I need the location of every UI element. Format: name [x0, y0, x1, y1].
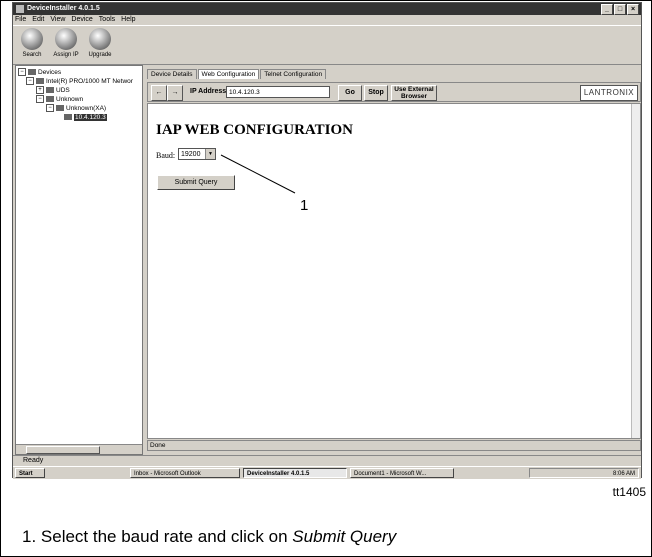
upgrade-button[interactable]: Upgrade: [83, 28, 117, 58]
app-window: DeviceInstaller 4.0.1.5 _ □ × File Edit …: [12, 2, 642, 479]
device-group-icon: [56, 105, 64, 112]
assign-ip-button[interactable]: Assign IP: [49, 28, 83, 58]
clock: 8:06 AM: [612, 471, 635, 477]
menu-bar: File Edit View Device Tools Help: [13, 15, 641, 25]
tree-item-network[interactable]: − Intel(R) PRO/1000 MT Networ: [26, 77, 133, 86]
external-line1: Use External: [394, 86, 434, 93]
status-bar: Ready: [13, 455, 641, 466]
search-label: Search: [22, 52, 42, 58]
upgrade-icon: [89, 28, 111, 50]
caption: 1. Select the baud rate and click on Sub…: [22, 527, 396, 547]
stop-button[interactable]: Stop: [364, 85, 388, 101]
menu-edit[interactable]: Edit: [32, 15, 44, 25]
window-title: DeviceInstaller 4.0.1.5: [27, 5, 100, 12]
baud-value: 19200: [181, 151, 201, 158]
upgrade-label: Upgrade: [88, 52, 112, 58]
device-tree: − Devices − Intel(R) PRO/1000 MT Networ + U…: [15, 65, 143, 455]
menu-view[interactable]: View: [50, 15, 65, 25]
system-tray: 8:06 AM: [529, 468, 639, 478]
ip-address-input[interactable]: 10.4.120.3: [226, 86, 330, 98]
web-content: IAP WEB CONFIGURATION Baud: 19200 ▼ Subm…: [147, 103, 641, 439]
devices-icon: [28, 69, 36, 76]
baud-select[interactable]: 19200 ▼: [178, 148, 216, 160]
use-external-browser-button[interactable]: Use External Browser: [391, 85, 437, 101]
chevron-down-icon[interactable]: ▼: [205, 149, 215, 159]
browser-nav-bar: ← → IP Address 10.4.120.3 Go Stop Use Ex…: [147, 82, 641, 102]
taskbar: Start Inbox - Microsoft Outlook DeviceIn…: [13, 466, 641, 479]
tree-item-devices[interactable]: − Devices: [18, 68, 61, 77]
menu-file[interactable]: File: [15, 15, 26, 25]
tree-item-uds[interactable]: + UDS: [36, 86, 70, 95]
content-vscrollbar[interactable]: [631, 104, 640, 438]
assign-ip-icon: [55, 28, 77, 50]
figure-id: tt1405: [612, 485, 646, 499]
minimize-button[interactable]: _: [601, 4, 613, 15]
back-button[interactable]: ←: [151, 85, 167, 101]
task-document1[interactable]: Document1 - Microsoft W...: [350, 468, 454, 478]
baud-label: Baud:: [156, 151, 176, 160]
forward-button[interactable]: →: [167, 85, 183, 101]
maximize-button[interactable]: □: [614, 4, 626, 15]
external-line2: Browser: [400, 93, 427, 100]
tree-item-device[interactable]: 10.4.120.3: [64, 113, 107, 122]
close-button[interactable]: ×: [627, 4, 639, 15]
app-icon: [16, 5, 24, 13]
search-button[interactable]: Search: [15, 28, 49, 58]
folder-icon: [46, 96, 54, 103]
tab-web-configuration[interactable]: Web Configuration: [197, 69, 260, 79]
tree-item-unknown[interactable]: − Unknown: [36, 95, 83, 104]
go-button[interactable]: Go: [338, 85, 362, 101]
ip-address-label: IP Address: [190, 88, 227, 95]
caption-emphasis: Submit Query: [292, 527, 397, 546]
search-icon: [21, 28, 43, 50]
title-bar: DeviceInstaller 4.0.1.5 _ □ ×: [13, 3, 641, 15]
tab-strip: Device Details Web Configuration Telnet …: [147, 69, 327, 79]
callout-number: 1: [300, 197, 309, 214]
device-icon: [64, 114, 72, 121]
assign-ip-label: Assign IP: [53, 52, 79, 58]
network-icon: [36, 78, 44, 85]
tab-device-details[interactable]: Device Details: [147, 69, 197, 79]
caption-text: 1. Select the baud rate and click on: [22, 527, 293, 546]
lantronix-logo: LANTRONIX: [580, 85, 638, 101]
folder-icon: [46, 87, 54, 94]
tree-item-unknown-xa[interactable]: − Unknown(XA): [46, 104, 106, 113]
scroll-thumb[interactable]: [26, 446, 100, 454]
tab-telnet-configuration[interactable]: Telnet Configuration: [260, 69, 327, 79]
task-outlook[interactable]: Inbox - Microsoft Outlook: [130, 468, 240, 478]
menu-help[interactable]: Help: [121, 15, 135, 25]
submit-query-button[interactable]: Submit Query: [157, 175, 235, 190]
menu-tools[interactable]: Tools: [99, 15, 115, 25]
start-button[interactable]: Start: [15, 468, 45, 478]
task-deviceinstaller[interactable]: DeviceInstaller 4.0.1.5: [243, 468, 347, 478]
tree-hscrollbar[interactable]: [16, 444, 142, 454]
toolbar: Search Assign IP Upgrade: [13, 25, 641, 65]
browser-status: Done: [147, 440, 641, 451]
menu-device[interactable]: Device: [71, 15, 92, 25]
page-title: IAP WEB CONFIGURATION: [156, 122, 353, 138]
